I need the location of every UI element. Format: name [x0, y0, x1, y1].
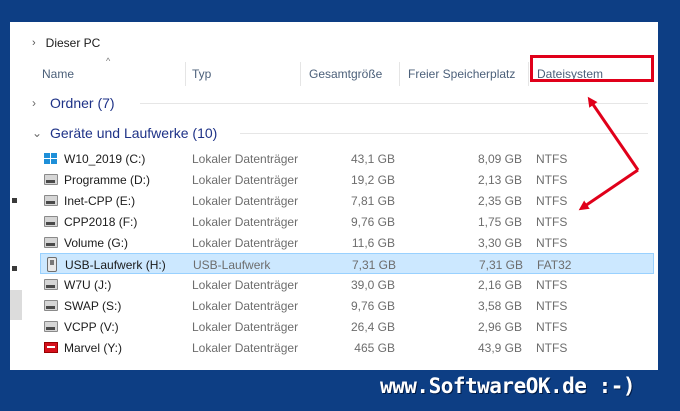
- annotation-arrows: [578, 96, 640, 211]
- arrow-to-values: [578, 168, 639, 211]
- brand-watermark: www.SoftwareOK.de :-): [380, 374, 636, 398]
- arrow-to-header: [587, 96, 640, 171]
- explorer-window: › Dieser PC ^ Name Typ Gesamtgröße Freie…: [10, 22, 658, 370]
